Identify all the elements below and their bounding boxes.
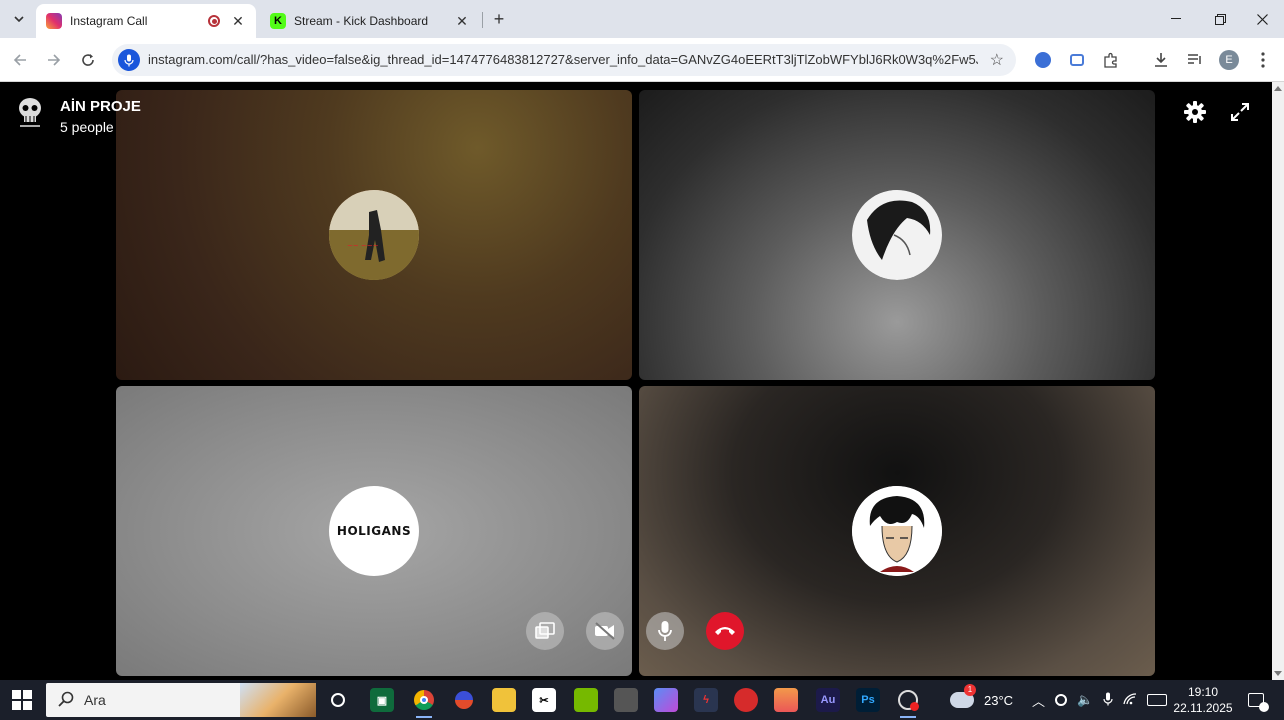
browser-app-icon[interactable] bbox=[452, 688, 476, 712]
fl-studio-icon[interactable] bbox=[774, 688, 798, 712]
microphone-button[interactable] bbox=[646, 612, 684, 650]
search-placeholder: Ara bbox=[84, 692, 106, 708]
windows-taskbar: Ara ▣ ✂ ϟ Au Ps 1 23°C ︿ 🔈 19:10 22.11.2… bbox=[0, 680, 1284, 720]
search-icon bbox=[58, 691, 74, 707]
weather-cloud-icon: 1 bbox=[950, 684, 976, 708]
weather-badge: 1 bbox=[964, 684, 976, 696]
reload-button[interactable] bbox=[76, 48, 100, 72]
url-text[interactable]: instagram.com/call/?has_video=false&ig_t… bbox=[148, 52, 978, 67]
app-icon-colorful[interactable] bbox=[654, 688, 678, 712]
photoshop-icon[interactable]: Ps bbox=[856, 688, 880, 712]
restore-button[interactable] bbox=[1198, 0, 1242, 38]
instagram-icon bbox=[46, 13, 62, 29]
system-tray: ︿ 🔈 bbox=[1032, 680, 1168, 720]
record-indicator-icon[interactable] bbox=[1055, 694, 1068, 706]
weather-temperature: 23°C bbox=[984, 692, 1014, 708]
capcut-icon[interactable]: ✂ bbox=[532, 688, 556, 712]
tab-divider bbox=[482, 12, 483, 28]
participant-avatar: ~~ ~~~ bbox=[329, 190, 419, 280]
back-button[interactable] bbox=[8, 48, 32, 72]
chevron-up-icon[interactable]: ︿ bbox=[1032, 691, 1045, 710]
call-people-count: 5 people bbox=[60, 119, 114, 135]
browser-toolbar: instagram.com/call/?has_video=false&ig_t… bbox=[0, 38, 1284, 82]
taskbar-clock[interactable]: 19:10 22.11.2025 bbox=[1168, 684, 1238, 716]
microphone-in-use-icon[interactable] bbox=[118, 49, 140, 71]
clock-date: 22.11.2025 bbox=[1173, 701, 1233, 715]
weather-widget[interactable]: 1 23°C bbox=[950, 680, 1013, 720]
group-skull-icon bbox=[19, 98, 41, 127]
file-explorer-icon[interactable] bbox=[492, 688, 516, 712]
volume-icon[interactable]: 🔈 bbox=[1077, 692, 1093, 708]
svg-text:~~ ~~~: ~~ ~~~ bbox=[347, 242, 379, 250]
windows-start-icon[interactable] bbox=[12, 690, 32, 710]
profile-avatar[interactable]: E bbox=[1218, 49, 1240, 71]
media-controls-icon[interactable] bbox=[1184, 49, 1206, 71]
tab-search-button[interactable] bbox=[8, 8, 30, 30]
microphone-app-icon[interactable] bbox=[614, 688, 638, 712]
nvidia-icon[interactable] bbox=[574, 688, 598, 712]
browser-menu-icon[interactable] bbox=[1252, 49, 1274, 71]
screen-record-extension-icon[interactable] bbox=[1066, 49, 1088, 71]
close-tab-icon[interactable]: ✕ bbox=[230, 13, 246, 30]
participant-avatar bbox=[852, 486, 942, 576]
chrome-icon[interactable] bbox=[412, 688, 436, 718]
close-window-button[interactable] bbox=[1240, 0, 1284, 38]
notifications-icon[interactable] bbox=[1244, 688, 1269, 712]
share-screen-button[interactable] bbox=[526, 612, 564, 650]
scroll-up-icon[interactable] bbox=[1274, 86, 1282, 91]
minimize-button[interactable] bbox=[1154, 0, 1198, 38]
search-highlight-image bbox=[240, 683, 316, 717]
app-icon-green[interactable]: ▣ bbox=[370, 688, 394, 712]
participant-tile[interactable]: ~~ ~~~ bbox=[116, 90, 632, 380]
keyboard-icon[interactable] bbox=[1147, 694, 1168, 706]
app-icon-red[interactable] bbox=[734, 688, 758, 712]
audition-icon[interactable]: Au bbox=[816, 688, 840, 712]
instagram-call-view: ~~ ~~~ HOLIGANS AİN PROJE 5 people bbox=[0, 82, 1272, 680]
tab-title: Stream - Kick Dashboard bbox=[294, 14, 429, 28]
end-call-button[interactable] bbox=[706, 612, 744, 650]
browser-tab-strip: Instagram Call ✕ K Stream - Kick Dashboa… bbox=[0, 0, 1284, 38]
tab-title: Instagram Call bbox=[70, 14, 148, 28]
wifi-icon[interactable] bbox=[1123, 692, 1137, 708]
holigans-logo-text: HOLIGANS bbox=[336, 524, 412, 538]
fullscreen-expand-icon[interactable] bbox=[1226, 98, 1254, 126]
recording-icon bbox=[208, 15, 220, 27]
call-group-name: AİN PROJE bbox=[60, 98, 141, 115]
microphone-tray-icon[interactable] bbox=[1103, 692, 1113, 709]
settings-gear-icon[interactable] bbox=[1181, 98, 1209, 126]
camera-off-button[interactable] bbox=[586, 612, 624, 650]
participant-avatar: HOLIGANS bbox=[329, 486, 419, 576]
download-icon[interactable] bbox=[1150, 49, 1172, 71]
task-view-icon[interactable] bbox=[326, 688, 350, 712]
obs-recording-icon[interactable] bbox=[896, 688, 920, 718]
bookmark-star-icon[interactable]: ☆ bbox=[990, 50, 1004, 70]
scroll-down-icon[interactable] bbox=[1274, 671, 1282, 676]
app-icon-bolt[interactable]: ϟ bbox=[694, 688, 718, 712]
new-tab-button[interactable]: + bbox=[488, 8, 510, 30]
close-tab-icon[interactable]: ✕ bbox=[454, 13, 470, 30]
extensions-puzzle-icon[interactable] bbox=[1100, 49, 1122, 71]
taskbar-search-box[interactable]: Ara bbox=[46, 683, 316, 717]
extension-badge-icon[interactable] bbox=[1032, 49, 1054, 71]
page-scrollbar[interactable] bbox=[1272, 82, 1284, 680]
kick-icon: K bbox=[270, 13, 286, 29]
tab-kick-dashboard[interactable]: K Stream - Kick Dashboard ✕ bbox=[260, 4, 480, 38]
address-bar[interactable]: instagram.com/call/?has_video=false&ig_t… bbox=[112, 44, 1016, 76]
participant-avatar bbox=[852, 190, 942, 280]
participant-tile[interactable] bbox=[639, 90, 1155, 380]
tab-instagram-call[interactable]: Instagram Call ✕ bbox=[36, 4, 256, 38]
forward-button[interactable] bbox=[42, 48, 66, 72]
clock-time: 19:10 bbox=[1187, 685, 1219, 699]
